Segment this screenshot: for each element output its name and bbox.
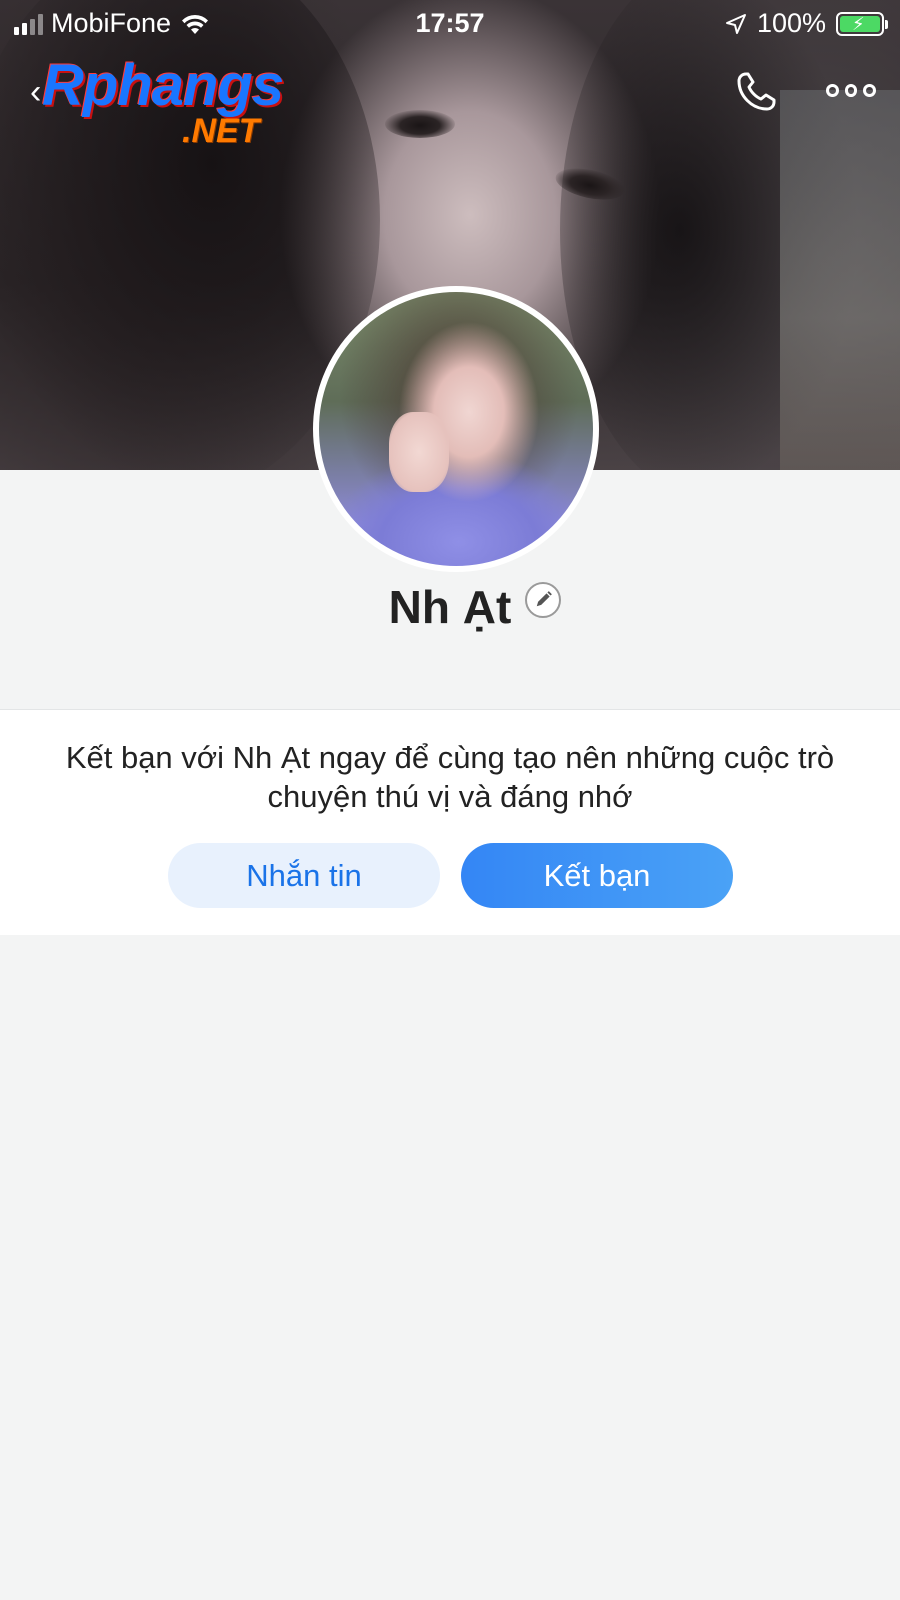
edit-pencil-icon[interactable] xyxy=(525,582,561,618)
cover-photo-detail xyxy=(385,110,455,138)
watermark-bottom-text: .NET xyxy=(182,112,260,150)
avatar-photo-detail xyxy=(389,412,449,492)
battery-percent: 100% xyxy=(756,8,826,38)
cover-photo-region xyxy=(780,90,900,470)
friend-prompt-card: Kết bạn với Nh Ạt ngay để cùng tạo nên n… xyxy=(0,709,900,935)
add-friend-button[interactable]: Kết bạn xyxy=(461,843,733,908)
avatar[interactable] xyxy=(313,286,599,572)
status-right-group: 100% ⚡ xyxy=(725,8,888,39)
more-icon[interactable] xyxy=(826,78,877,102)
location-arrow-icon xyxy=(725,13,746,34)
status-bar: MobiFone 17:57 100% ⚡ xyxy=(0,0,900,46)
profile-name: Nh Ạt xyxy=(388,581,512,633)
message-button[interactable]: Nhắn tin xyxy=(168,843,440,908)
watermark-logo: Rphangs .NET xyxy=(42,52,322,162)
friend-prompt-message: Kết bạn với Nh Ạt ngay để cùng tạo nên n… xyxy=(65,740,835,814)
watermark-top-text: Rphangs xyxy=(42,53,284,118)
profile-name-row: Nh Ạt xyxy=(0,578,900,648)
battery-icon: ⚡ xyxy=(836,11,888,36)
phone-icon[interactable] xyxy=(732,68,780,116)
